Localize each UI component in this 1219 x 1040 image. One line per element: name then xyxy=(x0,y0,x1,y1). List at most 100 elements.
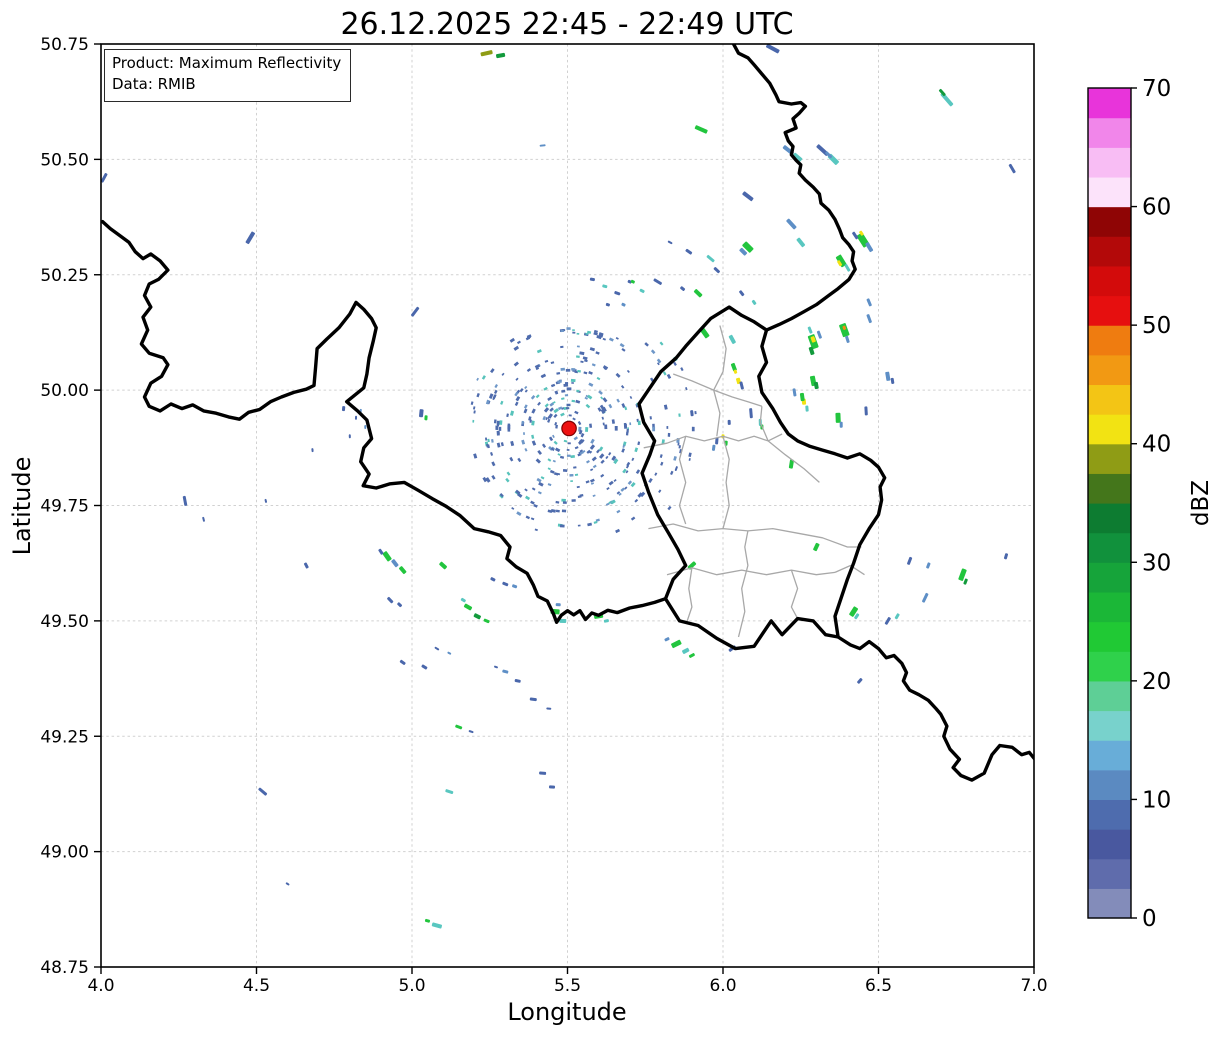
clutter-dot xyxy=(620,343,625,348)
clutter-dot xyxy=(547,419,550,423)
colorbar-segment xyxy=(1088,888,1131,918)
clutter-dot xyxy=(628,480,632,485)
clutter-dot xyxy=(507,471,511,475)
clutter-dot xyxy=(616,510,620,514)
colorbar-tick-label: 50 xyxy=(1142,313,1171,339)
y-tick-label: 49.75 xyxy=(40,497,89,517)
clutter-dot xyxy=(569,474,573,477)
clutter-dot xyxy=(578,525,581,527)
clutter-dot xyxy=(589,424,592,428)
clutter-dot xyxy=(547,458,551,461)
clutter-dot xyxy=(616,337,619,340)
district-border xyxy=(714,326,726,391)
echo-mark xyxy=(680,286,686,291)
echo-mark xyxy=(621,303,626,307)
data-source-line: Data: RMIB xyxy=(112,74,341,95)
clutter-dot xyxy=(586,460,590,463)
clutter-dot xyxy=(536,458,541,463)
clutter-dot xyxy=(552,435,555,438)
echo-mark xyxy=(387,597,394,604)
clutter-dot xyxy=(505,478,509,483)
clutter-dot xyxy=(542,416,546,420)
district-border xyxy=(714,390,720,436)
echo-mark xyxy=(556,603,561,606)
clutter-dot xyxy=(531,395,535,400)
clutter-dot xyxy=(606,487,609,490)
clutter-dot xyxy=(585,427,588,432)
district-border-layer xyxy=(644,326,865,638)
clutter-dot xyxy=(574,411,578,415)
echo-mark xyxy=(739,290,745,297)
district-border xyxy=(791,570,797,619)
echo-mark xyxy=(455,724,463,729)
clutter-dot xyxy=(667,374,671,379)
echo-mark xyxy=(682,648,690,655)
clutter-dot xyxy=(542,444,546,448)
clutter-dot xyxy=(537,402,541,406)
clutter-dot xyxy=(560,346,563,348)
x-axis-label: Longitude xyxy=(507,998,626,1026)
clutter-dot xyxy=(572,418,575,421)
echo-mark xyxy=(304,562,309,569)
clutter-dot xyxy=(554,441,558,445)
echo-mark xyxy=(439,561,448,569)
colorbar-segment xyxy=(1088,177,1131,207)
clutter-dot xyxy=(575,474,578,476)
clutter-dot xyxy=(578,421,582,425)
clutter-dot xyxy=(501,442,504,446)
clutter-dot xyxy=(622,445,625,448)
colorbar-segment xyxy=(1088,236,1131,266)
clutter-dot xyxy=(624,406,627,410)
country-border xyxy=(732,42,855,330)
clutter-dot xyxy=(561,330,564,332)
echo-mark xyxy=(342,406,345,411)
colorbar-segment xyxy=(1088,770,1131,800)
clutter-dot xyxy=(551,361,555,364)
clutter-dot xyxy=(636,469,640,474)
echo-mark xyxy=(382,551,392,562)
clutter-dot xyxy=(491,439,494,443)
clutter-dot xyxy=(600,460,604,464)
clutter-dot xyxy=(498,431,500,434)
echo-mark xyxy=(712,445,716,451)
echo-mark xyxy=(866,314,872,323)
product-line: Product: Maximum Reflectivity xyxy=(112,53,341,74)
echo-mark xyxy=(653,278,662,285)
clutter-dot xyxy=(624,423,627,427)
echo-mark xyxy=(445,789,454,794)
clutter-dot xyxy=(593,494,596,497)
clutter-dot xyxy=(490,368,495,373)
clutter-dot xyxy=(614,479,617,482)
clutter-dot xyxy=(594,521,598,524)
clutter-dot xyxy=(566,369,570,372)
clutter-dot xyxy=(473,453,477,458)
clutter-dot xyxy=(527,368,531,372)
echo-mark xyxy=(411,306,420,317)
clutter-dot xyxy=(644,342,649,346)
colorbar-segment xyxy=(1088,473,1131,503)
clutter-dot xyxy=(575,400,580,404)
clutter-dot xyxy=(537,450,542,455)
clutter-dot xyxy=(550,470,555,474)
clutter-dot xyxy=(485,437,487,440)
clutter-dot xyxy=(561,499,566,502)
y-tick-label: 49.00 xyxy=(40,843,89,863)
echo-mark xyxy=(766,44,780,54)
echo-mark xyxy=(894,613,900,620)
colorbar-segment xyxy=(1088,681,1131,711)
echo-mark xyxy=(742,191,754,201)
clutter-dot xyxy=(497,443,501,448)
echo-mark xyxy=(728,334,736,344)
y-tick-label: 48.75 xyxy=(40,958,89,978)
clutter-dot xyxy=(497,423,499,427)
colorbar-segment xyxy=(1088,384,1131,414)
clutter-dot xyxy=(608,452,611,456)
colorbar-segment xyxy=(1088,711,1131,741)
clutter-dot xyxy=(627,370,630,373)
clutter-dot xyxy=(563,384,568,387)
clutter-dot xyxy=(571,379,576,382)
clutter-dot xyxy=(568,442,571,444)
clutter-dot xyxy=(572,329,575,331)
clutter-dot xyxy=(630,396,633,399)
colorbar-tick-label: 0 xyxy=(1142,906,1157,932)
